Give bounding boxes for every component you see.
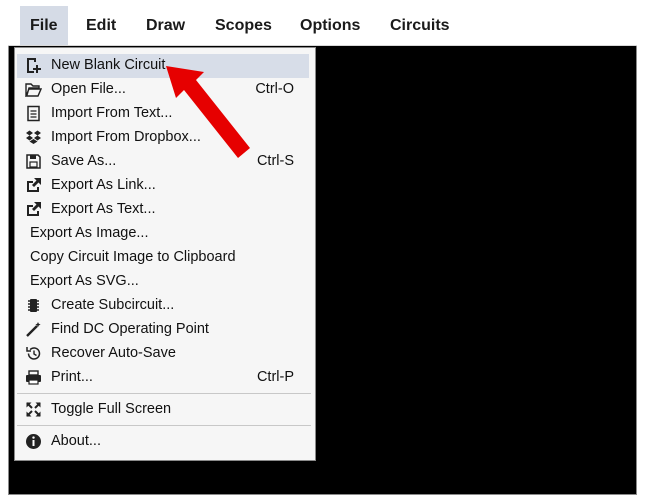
menu-item-export-as-image[interactable]: Export As Image... — [17, 222, 309, 246]
menu-scopes[interactable]: Scopes — [205, 6, 282, 45]
menu-item-print[interactable]: Print... Ctrl-P — [17, 366, 309, 390]
menu-file[interactable]: File — [20, 6, 68, 45]
menu-item-toggle-full-screen[interactable]: Toggle Full Screen — [17, 398, 309, 422]
menu-separator — [17, 425, 311, 426]
menu-separator — [17, 393, 311, 394]
export-icon — [25, 201, 42, 218]
menu-circuits[interactable]: Circuits — [380, 6, 460, 45]
save-icon — [25, 153, 42, 170]
text-file-icon — [25, 105, 42, 122]
menu-item-export-as-svg[interactable]: Export As SVG... — [17, 270, 309, 294]
menu-item-create-subcircuit[interactable]: Create Subcircuit... — [17, 294, 309, 318]
fullscreen-icon — [25, 401, 42, 418]
print-icon — [25, 369, 42, 386]
menu-item-export-as-text[interactable]: Export As Text... — [17, 198, 309, 222]
menu-item-copy-circuit-image[interactable]: Copy Circuit Image to Clipboard — [17, 246, 309, 270]
menu-item-recover-auto-save[interactable]: Recover Auto-Save — [17, 342, 309, 366]
menu-item-find-dc-operating-point[interactable]: Find DC Operating Point — [17, 318, 309, 342]
folder-open-icon — [24, 81, 43, 98]
menu-item-export-as-link[interactable]: Export As Link... — [17, 174, 309, 198]
dropbox-icon — [25, 129, 42, 146]
wand-icon — [25, 321, 42, 338]
file-menu-dropdown: New Blank Circuit Open File... Ctrl-O Im… — [14, 47, 316, 461]
menu-bar: File Edit Draw Scopes Options Circuits — [8, 6, 637, 46]
menu-options[interactable]: Options — [290, 6, 370, 45]
export-icon — [25, 177, 42, 194]
red-arrow-annotation — [166, 66, 250, 158]
chip-icon — [25, 297, 42, 314]
menu-edit[interactable]: Edit — [76, 6, 126, 45]
menu-item-about[interactable]: About... — [17, 430, 309, 454]
menu-draw[interactable]: Draw — [136, 6, 195, 45]
history-icon — [25, 345, 42, 362]
new-circuit-icon — [25, 57, 42, 74]
info-icon — [25, 433, 42, 450]
